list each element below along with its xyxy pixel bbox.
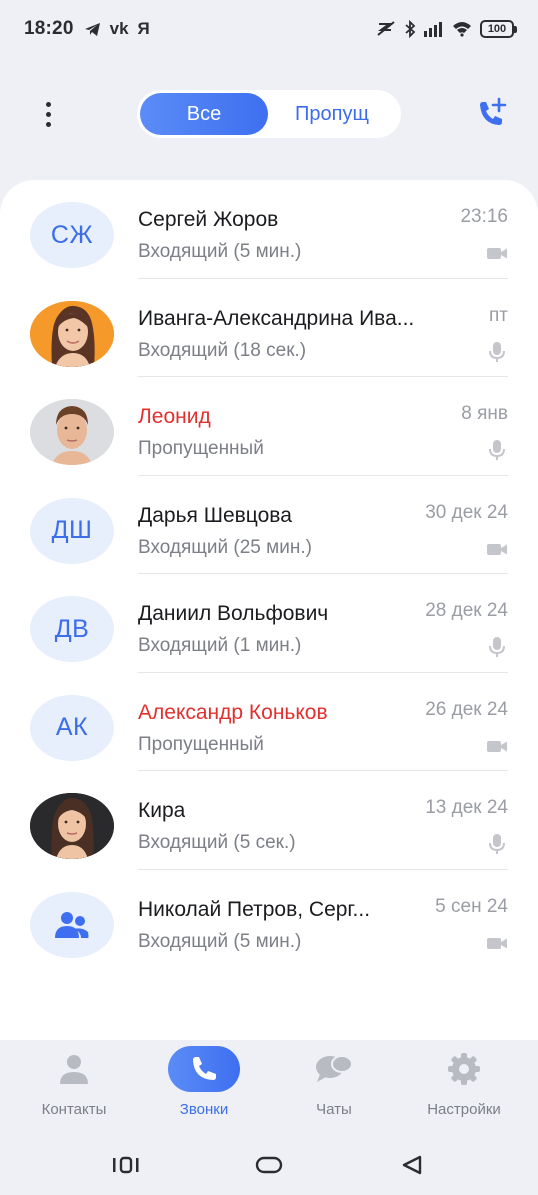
home-icon <box>255 1156 283 1174</box>
gear-icon <box>448 1053 480 1085</box>
avatar: СЖ <box>30 202 114 268</box>
notification-icons: vk Я <box>84 19 150 39</box>
video-camera-icon <box>487 248 507 259</box>
tab-missed[interactable]: Пропущ <box>268 93 396 135</box>
tab-settings[interactable]: Настройки <box>409 1046 519 1126</box>
system-navigation <box>0 1138 538 1195</box>
call-date: 30 дек 24 <box>425 501 508 523</box>
vk-icon: vk <box>109 19 129 38</box>
avatar: АК <box>30 694 114 761</box>
calls-screen: 18:20 vk Я 100 Все Пропущ СЖ Сергей Жоро… <box>0 0 538 1195</box>
microphone-icon <box>489 834 505 854</box>
home-button[interactable] <box>254 1152 284 1178</box>
group-icon <box>55 911 89 938</box>
recents-button[interactable] <box>111 1152 141 1178</box>
tab-calls[interactable]: Звонки <box>149 1046 259 1126</box>
call-row[interactable]: Николай Петров, Серг... Входящий (5 мин.… <box>0 870 538 969</box>
video-camera-icon <box>487 543 507 555</box>
call-row[interactable]: ДВ Даниил Вольфович Входящий (1 мин.) 28… <box>0 574 538 673</box>
status-time: 18:20 <box>24 18 74 39</box>
call-row[interactable]: ДШ Дарья Шевцова Входящий (25 мин.) 30 д… <box>0 476 538 574</box>
tab-contacts[interactable]: Контакты <box>19 1046 129 1126</box>
back-button[interactable] <box>397 1152 427 1178</box>
filter-segmented-control: Все Пропущ <box>137 90 401 138</box>
call-row[interactable]: Леонид Пропущенный 8 янв <box>0 377 538 476</box>
contact-name: Дарья Шевцова <box>138 503 292 527</box>
call-row[interactable]: СЖ Сергей Жоров Входящий (5 мин.) 23:16 <box>0 180 538 279</box>
call-date: 26 дек 24 <box>425 698 508 720</box>
call-status: Пропущенный <box>138 438 264 459</box>
more-options-button[interactable] <box>32 94 64 134</box>
video-camera-icon <box>487 740 507 752</box>
tab-label: Звонки <box>179 1101 229 1118</box>
avatar <box>30 399 114 465</box>
video-camera-icon <box>487 937 507 949</box>
person-icon <box>60 1055 88 1084</box>
contact-name: Леонид <box>138 405 211 428</box>
man-photo-icon <box>30 399 114 465</box>
call-date: пт <box>489 304 508 326</box>
call-status: Входящий (1 мин.) <box>138 635 302 656</box>
system-indicators: 100 <box>376 20 517 38</box>
microphone-icon <box>489 637 505 657</box>
microphone-icon <box>489 341 505 362</box>
bluetooth-icon <box>405 20 416 38</box>
call-status: Входящий (25 мин.) <box>138 536 312 558</box>
contact-name: Сергей Жоров <box>138 208 279 231</box>
call-row[interactable]: Кира Входящий (5 сек.) 13 дек 24 <box>0 771 538 870</box>
avatar: ДВ <box>30 596 114 662</box>
call-status: Входящий (5 мин.) <box>138 930 302 952</box>
yandex-icon: Я <box>137 19 150 38</box>
avatar <box>30 793 114 859</box>
call-row[interactable]: АК Александр Коньков Пропущенный 26 дек … <box>0 673 538 771</box>
bottom-navigation: Контакты Звонки Чаты Настройки <box>0 1040 538 1130</box>
avatar <box>30 891 114 958</box>
call-status: Входящий (5 сек.) <box>138 832 296 853</box>
call-date: 13 дек 24 <box>425 797 508 818</box>
call-date: 8 янв <box>461 403 508 424</box>
tab-chats[interactable]: Чаты <box>279 1046 389 1126</box>
battery-indicator: 100 <box>480 20 517 38</box>
more-vertical-icon <box>45 101 51 107</box>
tab-label: Настройки <box>427 1101 501 1118</box>
signal-icon <box>424 22 442 37</box>
tab-label: Контакты <box>41 1101 107 1118</box>
microphone-icon <box>489 440 505 460</box>
call-date: 28 дек 24 <box>425 600 508 621</box>
call-list: СЖ Сергей Жоров Входящий (5 мин.) 23:16 <box>0 180 538 1040</box>
telegram-icon <box>84 22 100 36</box>
avatar: ДШ <box>30 497 114 564</box>
call-status: Входящий (5 мин.) <box>138 241 302 262</box>
call-date: 23:16 <box>460 206 508 227</box>
woman-photo-icon <box>30 793 114 859</box>
contact-name: Александр Коньков <box>138 700 328 724</box>
chat-icon <box>316 1055 353 1082</box>
call-status: Входящий (18 сек.) <box>138 339 307 361</box>
recents-icon <box>113 1156 139 1174</box>
back-icon <box>402 1155 422 1175</box>
contact-name: Даниил Вольфович <box>138 602 329 625</box>
mute-icon <box>377 21 395 36</box>
add-call-icon[interactable] <box>474 96 510 132</box>
contact-name: Кира <box>138 799 186 822</box>
phone-icon <box>193 1057 216 1080</box>
contact-name: Иванга-Александрина Ива... <box>138 306 415 330</box>
call-date: 5 сен 24 <box>435 895 508 917</box>
tab-label: Чаты <box>316 1101 352 1118</box>
woman-photo-icon <box>30 300 114 367</box>
tab-all[interactable]: Все <box>140 93 268 135</box>
contact-name: Николай Петров, Серг... <box>138 897 371 921</box>
top-bar: Все Пропущ <box>0 88 538 140</box>
avatar <box>30 300 114 367</box>
status-bar: 18:20 vk Я 100 <box>0 0 538 58</box>
wifi-icon <box>453 22 471 37</box>
call-status: Пропущенный <box>138 733 264 755</box>
call-row[interactable]: Иванга-Александрина Ива... Входящий (18 … <box>0 279 538 377</box>
